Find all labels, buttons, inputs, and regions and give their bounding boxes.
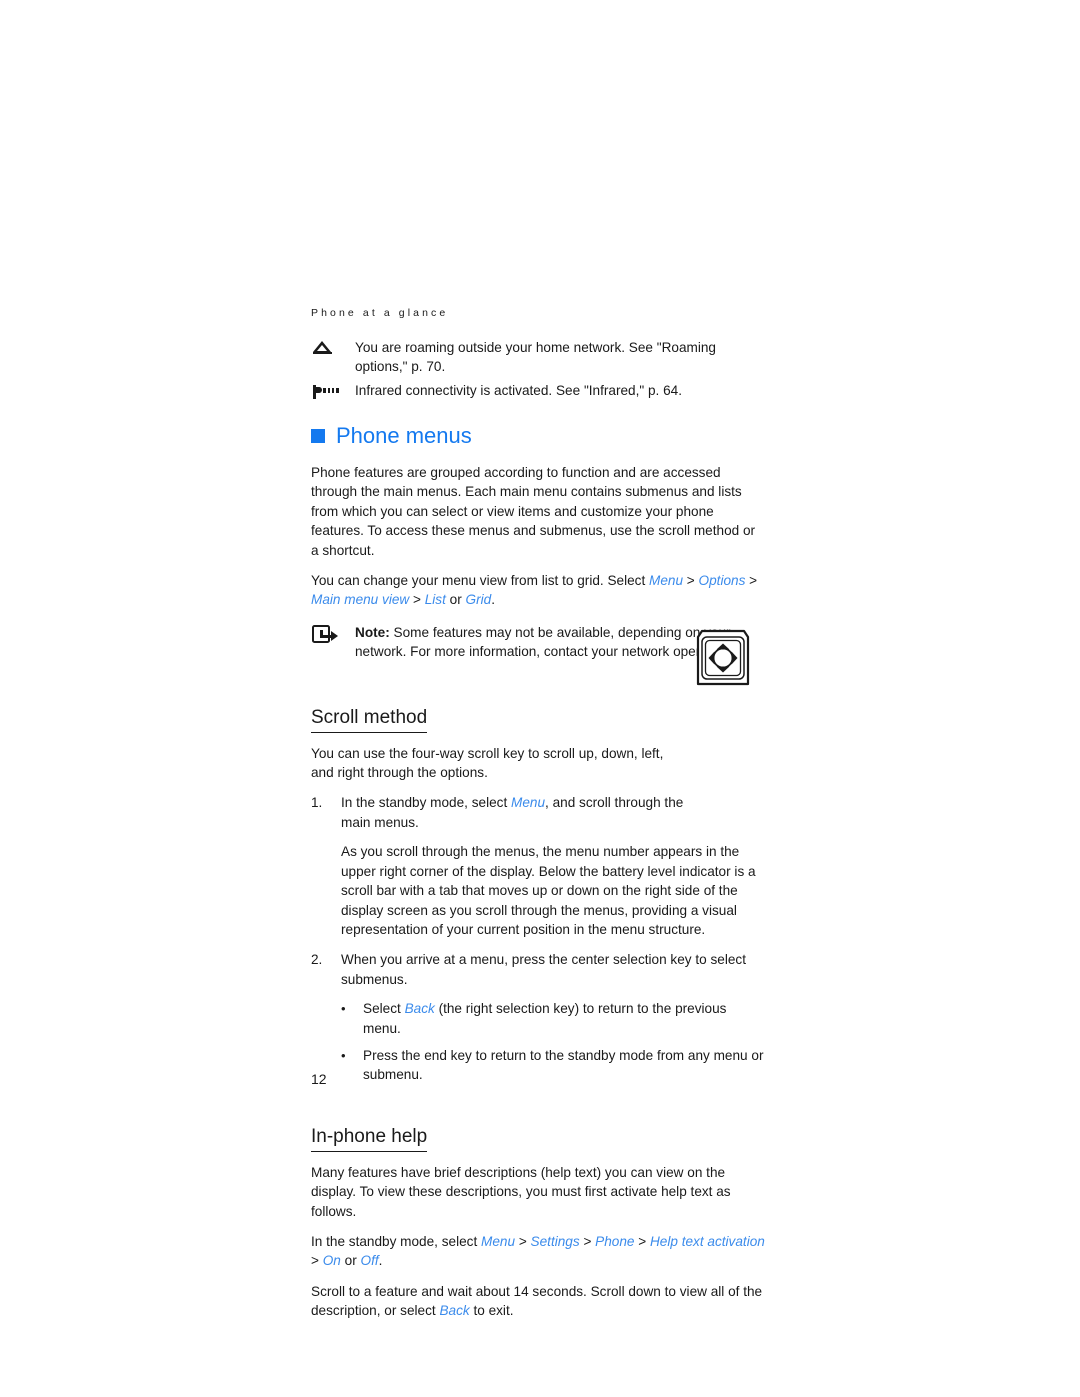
roaming-triangle-icon	[311, 340, 355, 358]
link-help-text-activation[interactable]: Help text activation	[650, 1234, 765, 1249]
section-heading-scroll-method: Scroll method	[311, 706, 428, 733]
scroll-method-intro: You can use the four-way scroll key to s…	[311, 745, 664, 781]
bullet-dot-icon: •	[341, 1001, 346, 1017]
list-item: • Select Back (the right selection key) …	[341, 999, 766, 1038]
step-2-marker: 2.	[311, 952, 323, 968]
link-menu[interactable]: Menu	[649, 573, 683, 588]
note-body: Some features may not be available, depe…	[355, 624, 731, 660]
step-1-text: In the standby mode, select Menu, and sc…	[341, 793, 701, 832]
menu-view-lead: You can change your menu view from list …	[311, 573, 650, 589]
link-main-menu-view[interactable]: Main menu view	[311, 592, 409, 607]
link-back[interactable]: Back	[439, 1303, 469, 1318]
numbered-step-1: 1. In the standby mode, select Menu, and…	[311, 793, 766, 832]
bullet-1-text: Select Back (the right selection key) to…	[363, 999, 766, 1038]
path-lead: In the standby mode, select	[311, 1233, 482, 1249]
bullet-2-text: Press the end key to return to the stand…	[363, 1047, 764, 1083]
link-options[interactable]: Options	[699, 573, 746, 588]
section-heading-in-phone-help: In-phone help	[311, 1125, 428, 1152]
chapter-heading: Phone menus	[311, 423, 766, 449]
page-number: 12	[311, 1071, 327, 1087]
note-arrow-icon	[311, 624, 355, 648]
link-on[interactable]: On	[323, 1253, 341, 1268]
path-separator: >	[409, 592, 425, 608]
path-separator: >	[515, 1233, 531, 1249]
square-bullet-icon	[311, 429, 325, 443]
outro-tail: to exit.	[469, 1303, 514, 1319]
link-grid[interactable]: Grid	[466, 592, 492, 607]
link-off[interactable]: Off	[361, 1253, 379, 1268]
path-separator: >	[634, 1233, 650, 1249]
numbered-step-2: 2. When you arrive at a menu, press the …	[311, 950, 766, 989]
scroll-method-detail-paragraph: As you scroll through the menus, the men…	[341, 844, 756, 937]
indicator-text-infrared: Infrared connectivity is activated. See …	[355, 383, 683, 398]
in-phone-help-path-paragraph: In the standby mode, select Menu > Setti…	[311, 1232, 766, 1271]
path-period: .	[491, 592, 495, 608]
document-page: Phone at a glance You are roaming outsid…	[0, 0, 1080, 1397]
indicator-text-roaming: You are roaming outside your home networ…	[355, 340, 716, 374]
indicator-row-roaming: You are roaming outside your home networ…	[311, 338, 766, 376]
page-content-column: Phone at a glance You are roaming outsid…	[311, 306, 766, 1332]
bullet-1-lead: Select	[363, 1001, 405, 1017]
bullet-dot-icon: •	[341, 1047, 346, 1063]
note-label: Note:	[355, 624, 390, 640]
path-period: .	[378, 1253, 383, 1269]
link-menu[interactable]: Menu	[511, 795, 545, 810]
path-or: or	[340, 1253, 361, 1269]
menu-view-paragraph: You can change your menu view from list …	[311, 571, 766, 610]
step-1-marker: 1.	[311, 795, 323, 811]
path-separator: >	[579, 1233, 596, 1249]
in-phone-help-outro-paragraph: Scroll to a feature and wait about 14 se…	[311, 1282, 766, 1321]
link-menu[interactable]: Menu	[481, 1234, 515, 1249]
link-list[interactable]: List	[425, 592, 446, 607]
chapter-intro-paragraph: Phone features are grouped according to …	[311, 465, 756, 558]
path-separator: >	[311, 1253, 323, 1269]
path-separator: >	[745, 573, 758, 589]
running-header: Phone at a glance	[311, 307, 449, 319]
infrared-icon	[311, 383, 355, 401]
step-2-text: When you arrive at a menu, press the cen…	[341, 952, 746, 987]
link-phone[interactable]: Phone	[595, 1234, 634, 1249]
path-separator: >	[683, 573, 699, 589]
link-back[interactable]: Back	[405, 1001, 435, 1016]
chapter-title: Phone menus	[336, 423, 472, 448]
four-way-scroll-key-illustration	[691, 627, 755, 689]
list-item: • Press the end key to return to the sta…	[341, 1046, 766, 1085]
indicator-row-infrared: Infrared connectivity is activated. See …	[311, 381, 766, 401]
path-or: or	[445, 592, 466, 608]
step-1-lead: In the standby mode, select	[341, 795, 512, 811]
in-phone-help-intro: Many features have brief descriptions (h…	[311, 1164, 731, 1219]
outro-lead: Scroll to a feature and wait about 14 se…	[311, 1283, 763, 1319]
link-settings[interactable]: Settings	[531, 1234, 580, 1249]
